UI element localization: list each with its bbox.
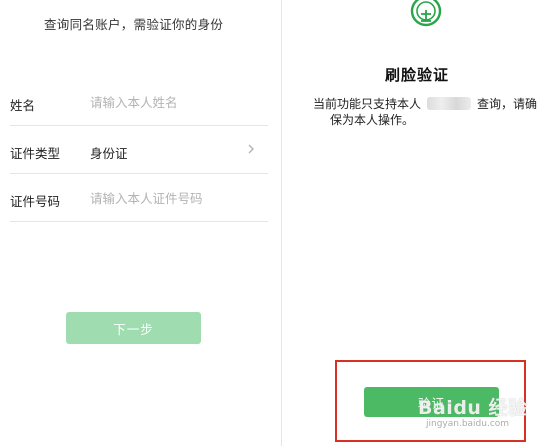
description-part-2: 查询，请确 bbox=[477, 97, 538, 111]
id-type-label: 证件类型 bbox=[10, 146, 61, 161]
description-line-1: 当前功能只支持本人 查询，请确 bbox=[313, 95, 537, 112]
chevron-right-icon bbox=[248, 144, 254, 154]
description-part-1: 当前功能只支持本人 bbox=[313, 97, 422, 111]
identity-form-panel: 查询同名账户，需验证你的身份 姓名 证件类型 身份证 证件号码 下一步 bbox=[0, 0, 281, 446]
face-scan-logo-icon bbox=[410, 0, 442, 27]
redacted-name bbox=[427, 97, 472, 110]
name-label: 姓名 bbox=[10, 98, 36, 113]
description-line-2: 保为本人操作。 bbox=[330, 113, 415, 127]
face-verify-title: 刷脸验证 bbox=[384, 66, 449, 84]
face-verify-panel: 刷脸验证 当前功能只支持本人 查询，请确 保为本人操作。 验证 bbox=[282, 0, 552, 446]
name-row[interactable]: 姓名 bbox=[10, 78, 268, 126]
name-input[interactable] bbox=[90, 92, 260, 112]
form-subtitle: 查询同名账户，需验证你的身份 bbox=[44, 17, 224, 32]
verify-button[interactable]: 验证 bbox=[364, 387, 499, 417]
next-step-button[interactable]: 下一步 bbox=[66, 312, 201, 344]
id-type-row[interactable]: 证件类型 身份证 bbox=[10, 126, 268, 174]
id-type-value: 身份证 bbox=[90, 146, 128, 161]
id-number-input[interactable] bbox=[90, 188, 260, 208]
id-number-row[interactable]: 证件号码 bbox=[10, 174, 268, 222]
id-number-label: 证件号码 bbox=[10, 194, 61, 209]
